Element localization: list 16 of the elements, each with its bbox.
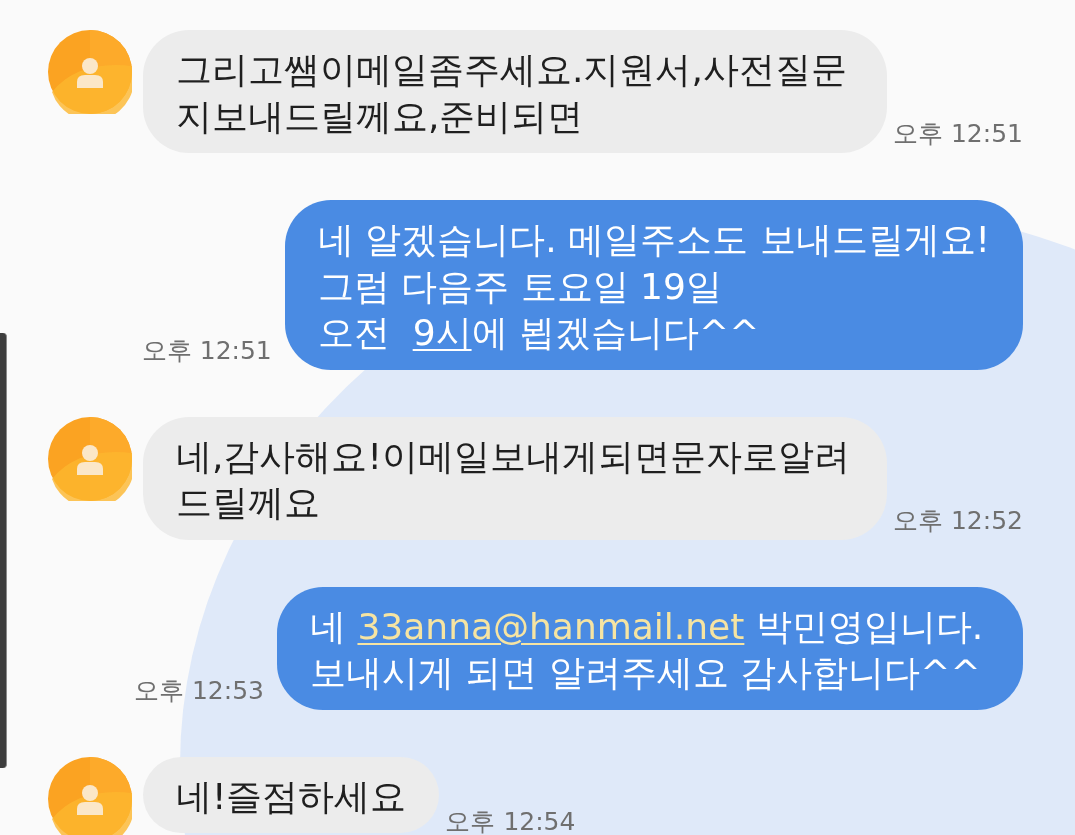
email-link[interactable]: 33anna@hanmail.net bbox=[357, 605, 745, 647]
avatar-icon bbox=[48, 416, 132, 501]
message-time: 오후 12:51 bbox=[893, 121, 1023, 147]
message-text: 네,감사해요!이메일보내게되면문자로알려드릴께요 bbox=[176, 434, 851, 525]
message-time: 오후 12:53 bbox=[134, 677, 264, 704]
avatar-icon bbox=[48, 30, 132, 114]
edge-panel-handle[interactable] bbox=[0, 333, 7, 768]
message-text: 네 33anna@hanmail.net 박민영입니다. 보내시게 되면 알려주세요 감사합니다^^ bbox=[310, 604, 985, 695]
message-time: 오후 12:51 bbox=[141, 337, 272, 364]
message-text: 네 알겠습니다. 메일주소도 보내드릴게요! 그럼 다음주 토요일 19일 오전 9시에 뵙겠습니다^^ bbox=[317, 218, 990, 355]
avatar-icon bbox=[48, 756, 132, 835]
message-time: 오후 12:54 bbox=[445, 808, 576, 835]
message-text: 네!즐점하세요 bbox=[176, 774, 407, 819]
message-time: 오후 12:52 bbox=[893, 507, 1023, 534]
date-link[interactable]: 9시 bbox=[412, 312, 472, 353]
message-text: 그리고쌤이메일좀주세요.지원서,사전질문지보내드릴께요,준비되면 bbox=[176, 48, 848, 139]
